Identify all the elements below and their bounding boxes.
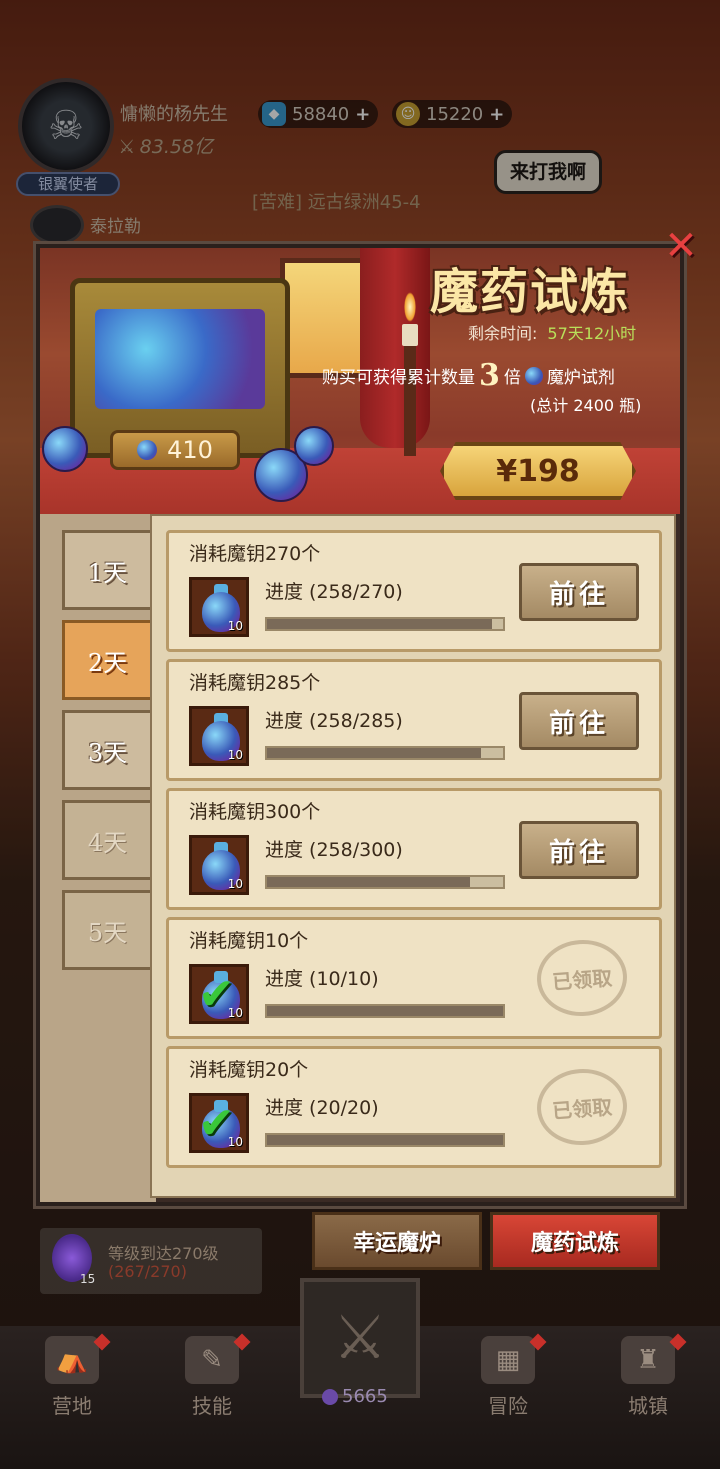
tab-day-5[interactable]: 5天	[62, 890, 150, 970]
quest-level: 15	[80, 1272, 96, 1286]
map-icon: ▦	[481, 1336, 535, 1384]
tab-potion-trial[interactable]: 魔药试炼	[490, 1212, 660, 1270]
progress-fill	[267, 619, 493, 629]
task-card: 消耗魔钥10个 ✔ 10 进度 (10/10) 已领取	[166, 917, 662, 1039]
nav-camp[interactable]: ⛺ 营地	[22, 1333, 122, 1419]
timer-label: 剩余时间:	[468, 324, 538, 343]
task-name: 消耗魔钥10个	[189, 930, 309, 952]
task-progress: 进度 (258/270)	[265, 581, 403, 603]
progress-fill	[267, 1135, 503, 1145]
tab-day-2[interactable]: 2天	[62, 620, 150, 700]
reward-qty: 10	[227, 877, 243, 891]
reward-item[interactable]: 10	[189, 577, 249, 637]
task-progress: 进度 (258/300)	[265, 839, 403, 861]
reward-item[interactable]: 10	[189, 706, 249, 766]
task-progress: 进度 (258/285)	[265, 710, 403, 732]
close-icon[interactable]: ✕	[660, 226, 702, 268]
purchase-description: 购买可获得累计数量 3 倍 魔炉试剂	[322, 358, 615, 393]
scroll-icon: ✎	[185, 1336, 239, 1384]
reward-item[interactable]: ✔ 10	[189, 1093, 249, 1153]
reagent-icon	[137, 440, 158, 460]
event-banner: 410 魔药试炼 剩余时间: 57天12小时 购买可获得累计数量 3 倍 魔炉试剂…	[40, 248, 680, 514]
quest-text: 等级到达270级	[108, 1244, 219, 1263]
event-timer: 剩余时间: 57天12小时	[468, 320, 636, 344]
claimed-stamp: 已领取	[534, 1065, 630, 1149]
go-button[interactable]: 前往	[519, 821, 639, 879]
battle-currency: 5665	[322, 1386, 388, 1407]
potion-pile-icon	[95, 309, 265, 409]
progress-fill	[267, 748, 481, 758]
claimed-stamp: 已领取	[534, 936, 630, 1020]
task-card: 消耗魔钥300个 10 进度 (258/300) 前往	[166, 788, 662, 910]
nav-label: 技能	[192, 1394, 232, 1418]
nav-skills[interactable]: ✎ 技能	[162, 1333, 262, 1419]
chest-count: 410	[167, 436, 213, 464]
tab-day-4[interactable]: 4天	[62, 800, 150, 880]
nav-town[interactable]: ♜ 城镇	[598, 1333, 698, 1419]
total-bottles: (总计 2400 瓶)	[530, 396, 642, 415]
progress-bar	[265, 1004, 505, 1018]
reward-item[interactable]: 10	[189, 835, 249, 895]
progress-bar	[265, 1133, 505, 1147]
reward-qty: 10	[227, 1135, 243, 1149]
task-name: 消耗魔钥285个	[189, 672, 321, 694]
reward-qty: 10	[227, 1006, 243, 1020]
go-button[interactable]: 前往	[519, 563, 639, 621]
task-card: 消耗魔钥285个 10 进度 (258/285) 前往	[166, 659, 662, 781]
curtain-decoration	[360, 248, 430, 448]
progress-fill	[267, 877, 470, 887]
multiplier-value: 3	[479, 358, 500, 393]
battle-currency-value: 5665	[342, 1386, 388, 1407]
flame-icon	[404, 292, 416, 322]
buy-button[interactable]: ¥198	[440, 442, 636, 500]
potion-icon	[294, 426, 334, 466]
crossed-swords-icon: ⚔	[333, 1303, 387, 1373]
nav-label: 城镇	[628, 1394, 668, 1418]
potion-icon	[42, 426, 88, 472]
nav-adventure[interactable]: ▦ 冒险	[458, 1333, 558, 1419]
chest-count-plate: 410	[110, 430, 240, 470]
buy-prefix: 购买可获得累计数量	[322, 368, 475, 388]
battle-button[interactable]: ⚔	[300, 1278, 420, 1398]
castle-icon: ♜	[621, 1336, 675, 1384]
nav-label: 冒险	[488, 1394, 528, 1418]
reward-qty: 10	[227, 748, 243, 762]
go-button[interactable]: 前往	[519, 692, 639, 750]
candle-icon	[402, 324, 418, 346]
purple-coin-icon	[322, 1388, 338, 1405]
multiplier-suffix: 倍	[503, 368, 521, 388]
quest-progress: (267/270)	[108, 1262, 187, 1281]
task-card: 消耗魔钥270个 10 进度 (258/270) 前往	[166, 530, 662, 652]
task-name: 消耗魔钥20个	[189, 1059, 309, 1081]
task-progress: 进度 (20/20)	[265, 1097, 379, 1119]
tent-icon: ⛺	[45, 1336, 99, 1384]
task-list[interactable]: 消耗魔钥270个 10 进度 (258/270) 前往 消耗魔钥285个 10 进度 (25…	[150, 514, 676, 1198]
level-quest[interactable]: 15 等级到达270级 (267/270)	[40, 1228, 262, 1294]
reward-item[interactable]: ✔ 10	[189, 964, 249, 1024]
task-name: 消耗魔钥300个	[189, 801, 321, 823]
tab-lucky-furnace[interactable]: 幸运魔炉	[312, 1212, 482, 1270]
event-title: 魔药试炼	[430, 264, 631, 320]
reagent-icon	[524, 366, 543, 385]
tab-day-1[interactable]: 1天	[62, 530, 150, 610]
task-name: 消耗魔钥270个	[189, 543, 321, 565]
progress-bar	[265, 746, 505, 760]
reagent-name: 魔炉试剂	[546, 368, 615, 388]
nav-label: 营地	[52, 1394, 92, 1418]
tab-day-3[interactable]: 3天	[62, 710, 150, 790]
progress-bar	[265, 875, 505, 889]
reward-qty: 10	[227, 619, 243, 633]
timer-value: 57天12小时	[547, 324, 637, 343]
task-progress: 进度 (10/10)	[265, 968, 379, 990]
progress-fill	[267, 1006, 503, 1016]
task-card: 消耗魔钥20个 ✔ 10 进度 (20/20) 已领取	[166, 1046, 662, 1168]
progress-bar	[265, 617, 505, 631]
